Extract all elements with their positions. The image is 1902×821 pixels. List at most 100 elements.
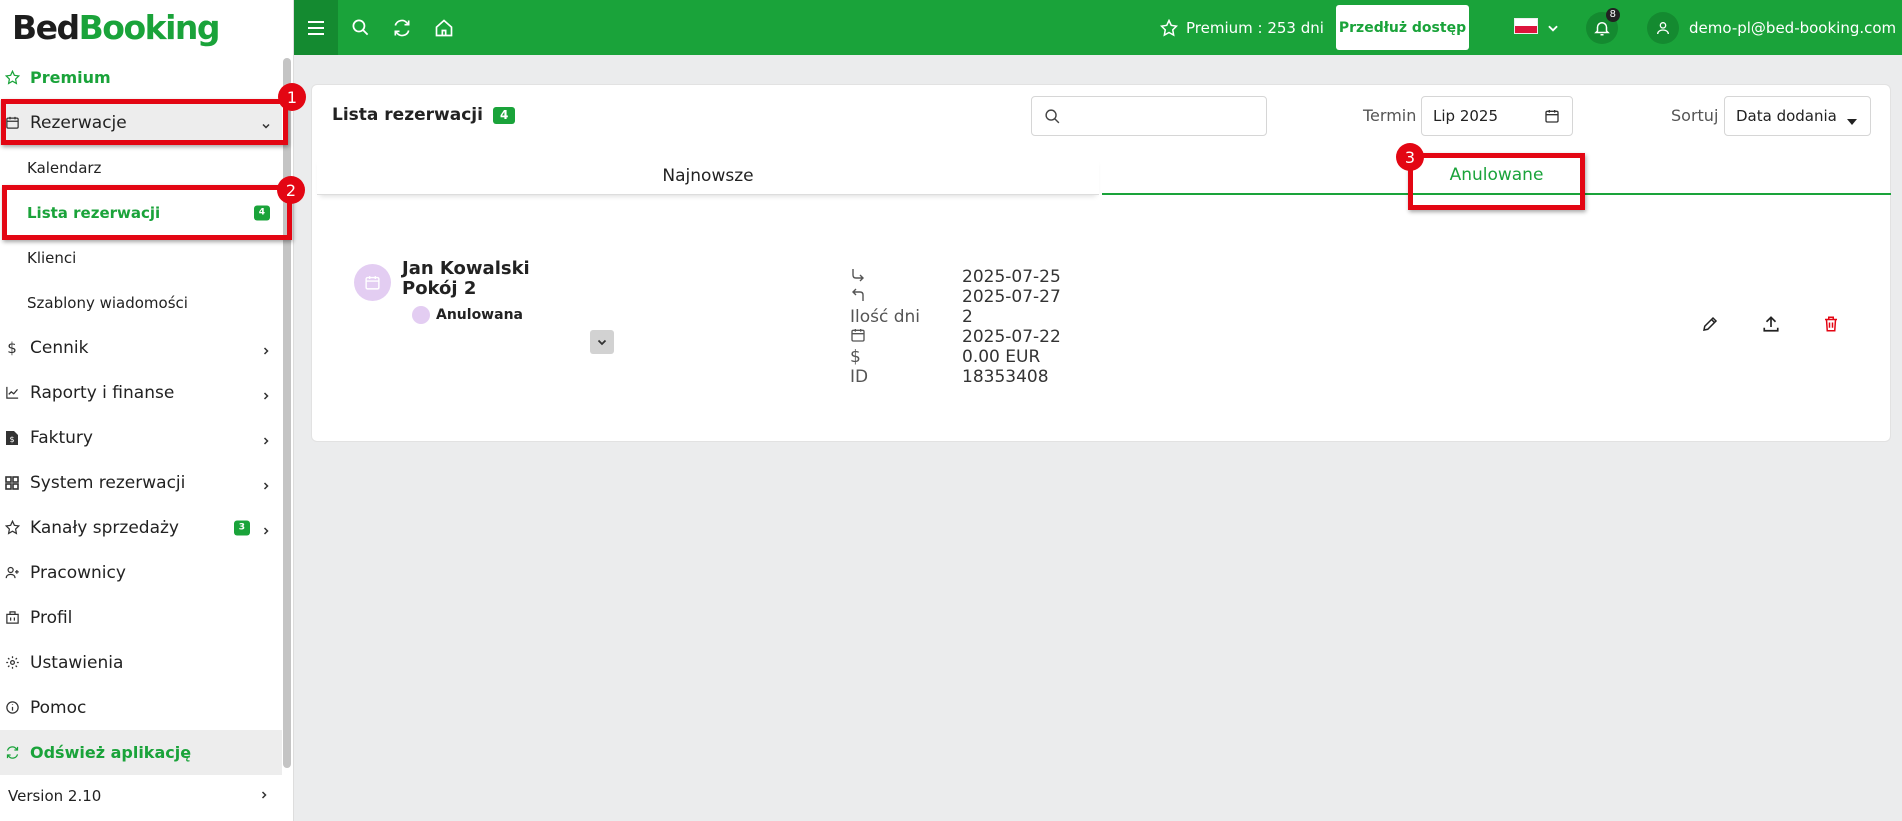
- sidebar-item-label: Pracownicy: [30, 562, 126, 583]
- search-input[interactable]: [1031, 96, 1267, 136]
- days-value: 2: [962, 307, 973, 327]
- annotation-box-1: [1, 99, 288, 145]
- sync-icon: [394, 19, 410, 36]
- refresh-app-button[interactable]: Odśwież aplikację: [0, 730, 282, 775]
- search-icon: [352, 19, 368, 36]
- dollar-icon: $: [850, 347, 861, 367]
- refresh-label: Odśwież aplikację: [30, 743, 192, 762]
- chevron-right-icon: [260, 522, 272, 535]
- guest-name: Jan Kowalski Pokój 2: [402, 259, 530, 299]
- chevron-right-icon: [258, 787, 270, 805]
- chevron-down-icon: [597, 339, 607, 346]
- sync-button[interactable]: [380, 0, 424, 55]
- status-badge: Anulowana: [412, 306, 523, 324]
- sidebar-item-system-rezerwacji[interactable]: System rezerwacji: [0, 460, 282, 505]
- bell-icon: [1594, 22, 1610, 36]
- user-email[interactable]: demo-pl@bed-booking.com: [1689, 0, 1896, 55]
- edit-button[interactable]: [1698, 312, 1722, 336]
- check-in-date: 2025-07-25: [962, 267, 1061, 287]
- sidebar-item-label: Kalendarz: [27, 158, 102, 177]
- version-item[interactable]: Version 2.10: [0, 773, 282, 818]
- sidebar-item-faktury[interactable]: $ Faktury: [0, 415, 282, 460]
- sidebar-item-cennik[interactable]: $ Cennik: [0, 325, 282, 370]
- sort-value: Data dodania: [1736, 107, 1837, 125]
- hamburger-icon: [308, 20, 324, 35]
- calendar-icon: [354, 264, 391, 301]
- user-icon: [1657, 22, 1669, 35]
- annotation-marker-3: 3: [1396, 143, 1424, 171]
- detail-id: ID 18353408: [850, 367, 1090, 387]
- star-icon: [4, 70, 20, 86]
- avatar[interactable]: [1647, 12, 1679, 44]
- sidebar-item-label: Raporty i finanse: [30, 382, 175, 403]
- flag-pl-icon[interactable]: [1514, 18, 1538, 34]
- status-text: Anulowana: [436, 307, 523, 323]
- term-picker[interactable]: Lip 2025: [1421, 96, 1573, 136]
- svg-text:$: $: [9, 435, 14, 444]
- delete-button[interactable]: [1819, 312, 1843, 336]
- refresh-icon: [4, 745, 20, 761]
- sidebar-item-profil[interactable]: Profil: [0, 595, 282, 640]
- sidebar-item-label: Faktury: [30, 427, 93, 448]
- premium-status[interactable]: Premium : 253 dni: [1160, 0, 1324, 55]
- reservations-card: Lista rezerwacji 4 Termin Lip 2025 Sortu…: [311, 84, 1891, 442]
- reservation-row[interactable]: Jan Kowalski Pokój 2 Anulowana 2025-07-2…: [312, 225, 1890, 387]
- sidebar-scrollbar[interactable]: [283, 58, 291, 768]
- term-value: Lip 2025: [1433, 107, 1498, 125]
- annotation-marker-2: 2: [277, 176, 305, 204]
- chevron-right-icon: [260, 477, 272, 490]
- star-icon: [1160, 18, 1178, 37]
- count-badge: 3: [233, 520, 250, 535]
- extend-access-button[interactable]: Przedłuż dostęp: [1336, 5, 1469, 50]
- trash-icon: [1825, 316, 1837, 332]
- menu-button[interactable]: [294, 0, 338, 55]
- tab-najnowsze[interactable]: Najnowsze: [317, 157, 1099, 195]
- sidebar-item-premium[interactable]: Premium: [0, 55, 282, 100]
- sidebar-item-ustawienia[interactable]: Ustawienia: [0, 640, 282, 685]
- expand-button[interactable]: [590, 330, 614, 354]
- sidebar-item-klienci[interactable]: Klienci: [0, 235, 282, 280]
- sidebar-item-label: Ustawienia: [30, 652, 124, 673]
- notifications-count: 8: [1605, 8, 1620, 22]
- check-out-icon: [850, 287, 866, 308]
- room-name: Pokój 2: [402, 278, 477, 299]
- sidebar-item-label: Profil: [30, 607, 73, 628]
- detail-checkout: 2025-07-27: [850, 287, 1090, 307]
- search-icon: [1044, 108, 1061, 129]
- sidebar-item-label: Premium: [30, 68, 111, 87]
- days-label: Ilość dni: [850, 307, 921, 327]
- chart-icon: [4, 385, 20, 401]
- info-icon: [4, 700, 20, 716]
- export-button[interactable]: [1759, 312, 1783, 336]
- logo-part-bed: Bed: [12, 8, 80, 47]
- calendar-icon: [1544, 108, 1560, 128]
- home-icon: [435, 18, 453, 36]
- sidebar-item-pracownicy[interactable]: Pracownicy: [0, 550, 282, 595]
- chevron-down-icon[interactable]: [1546, 20, 1560, 39]
- notifications-button[interactable]: 8: [1586, 8, 1620, 44]
- detail-created: 2025-07-22: [850, 327, 1090, 347]
- sidebar-item-szablony-wiadomosci[interactable]: Szablony wiadomości: [0, 280, 282, 325]
- sort-select[interactable]: Data dodania: [1724, 96, 1871, 136]
- home-button[interactable]: [422, 0, 466, 55]
- sidebar-nav: Premium Rezerwacje Kalendarz Lista rezer…: [0, 55, 282, 775]
- detail-price: $ 0.00 EUR: [850, 347, 1090, 367]
- version-label: Version 2.10: [8, 786, 102, 805]
- dollar-icon: $: [7, 338, 17, 357]
- annotation-box-3: [1408, 153, 1585, 210]
- sidebar-item-pomoc[interactable]: Pomoc: [0, 685, 282, 730]
- user-plus-icon: [4, 565, 20, 581]
- guest-name-text: Jan Kowalski: [402, 258, 530, 279]
- search-button[interactable]: [338, 0, 382, 55]
- top-bar: Premium : 253 dni Przedłuż dostęp 8 demo…: [294, 0, 1902, 55]
- sidebar-item-label: Cennik: [30, 337, 89, 358]
- gear-icon: [4, 655, 20, 671]
- sidebar-item-raporty[interactable]: Raporty i finanse: [0, 370, 282, 415]
- check-out-date: 2025-07-27: [962, 287, 1061, 307]
- sidebar-item-kanaly-sprzedazy[interactable]: Kanały sprzedaży 3: [0, 505, 282, 550]
- logo[interactable]: Bed Booking: [0, 0, 293, 55]
- sidebar-item-label: Pomoc: [30, 697, 87, 718]
- sidebar-item-kalendarz[interactable]: Kalendarz: [0, 145, 282, 190]
- upload-icon: [1763, 316, 1779, 332]
- reservation-details: 2025-07-25 2025-07-27 Ilość dni 2 2025-0…: [850, 267, 1090, 387]
